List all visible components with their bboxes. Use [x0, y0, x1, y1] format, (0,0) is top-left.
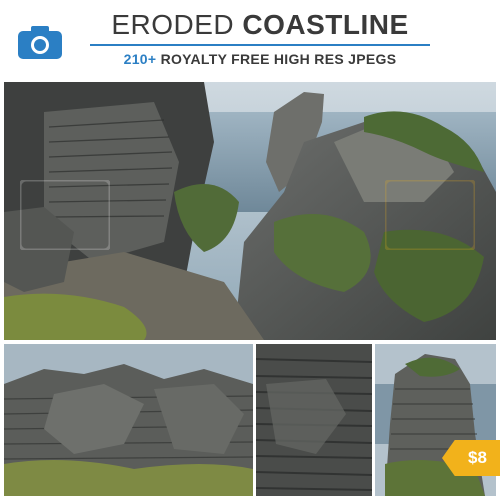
title-light: ERODED: [111, 9, 235, 40]
thumbnail-photo: [256, 344, 372, 496]
subtitle: 210+ ROYALTY FREE HIGH RES JPEGS: [80, 51, 440, 67]
title-bold: COASTLINE: [242, 9, 409, 40]
subtitle-count: 210+: [123, 51, 157, 67]
price-label: $8: [468, 448, 487, 467]
subtitle-text: ROYALTY FREE HIGH RES JPEGS: [160, 51, 397, 67]
title-block: ERODED COASTLINE 210+ ROYALTY FREE HIGH …: [80, 8, 440, 67]
page-title: ERODED COASTLINE: [80, 8, 440, 42]
header: ERODED COASTLINE 210+ ROYALTY FREE HIGH …: [0, 0, 500, 80]
main-photo: [4, 82, 496, 340]
camera-icon: [18, 25, 62, 59]
thumbnail-photo: [4, 344, 253, 496]
title-divider: [90, 44, 430, 46]
